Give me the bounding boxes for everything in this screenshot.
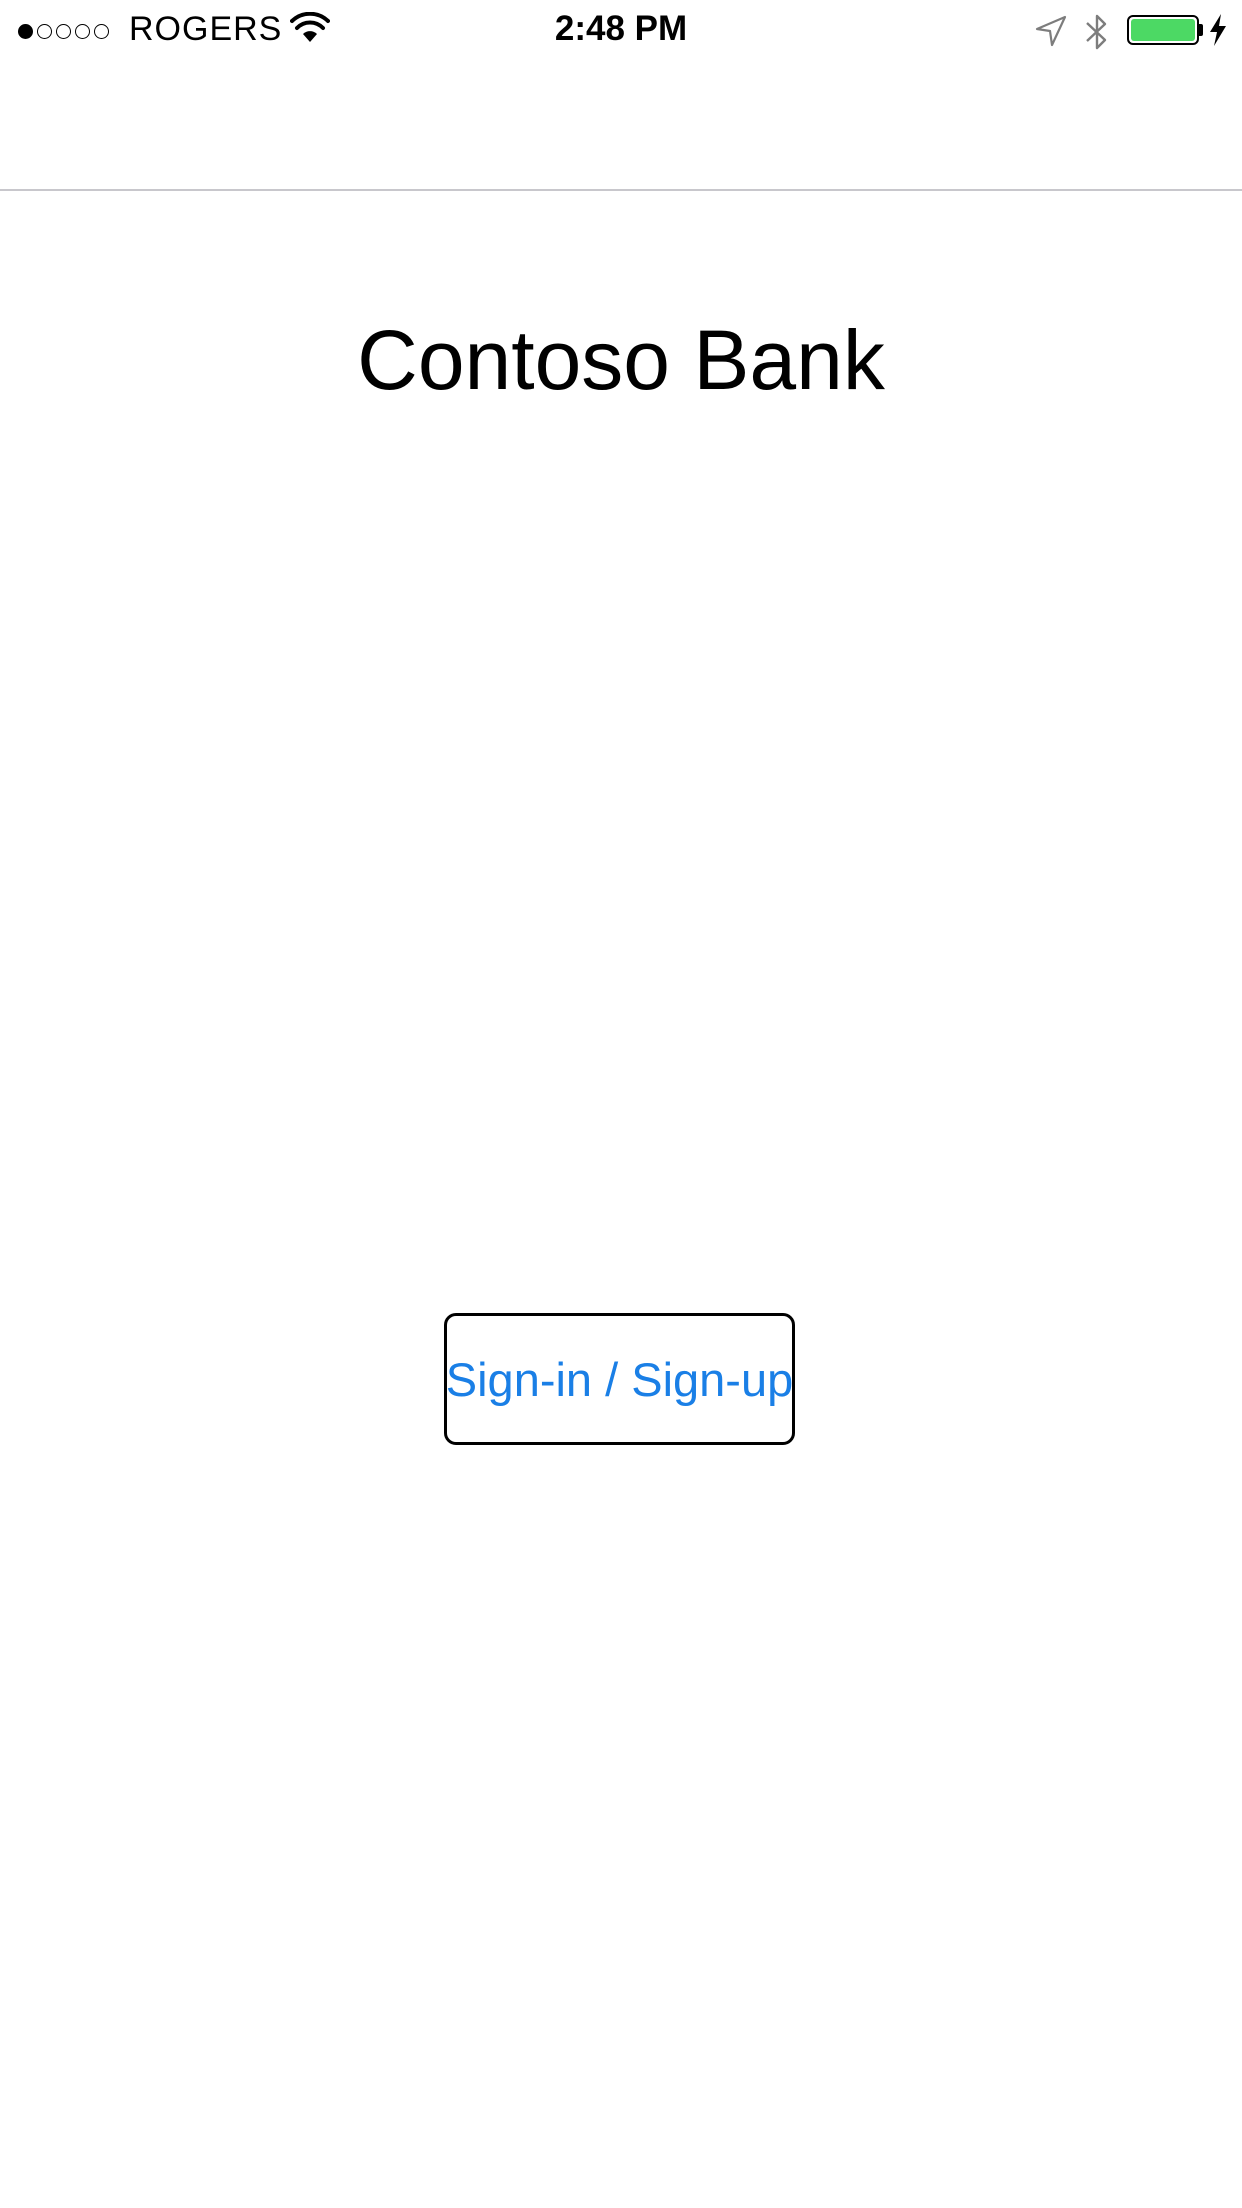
charging-bolt-icon xyxy=(1210,14,1226,46)
status-bar: ROGERS 2:48 PM xyxy=(0,0,1242,60)
page-title: Contoso Bank xyxy=(357,313,885,407)
sign-in-sign-up-button[interactable]: Sign-in / Sign-up xyxy=(444,1313,795,1445)
navigation-bar xyxy=(0,60,1242,191)
battery-icon xyxy=(1127,15,1199,45)
app-screen: ROGERS 2:48 PM Contoso Bank Sign-in / Si… xyxy=(0,0,1242,2208)
location-arrow-icon xyxy=(1035,15,1067,47)
battery-level-fill xyxy=(1131,19,1195,41)
battery-tip xyxy=(1199,24,1203,36)
bluetooth-icon xyxy=(1086,14,1107,50)
